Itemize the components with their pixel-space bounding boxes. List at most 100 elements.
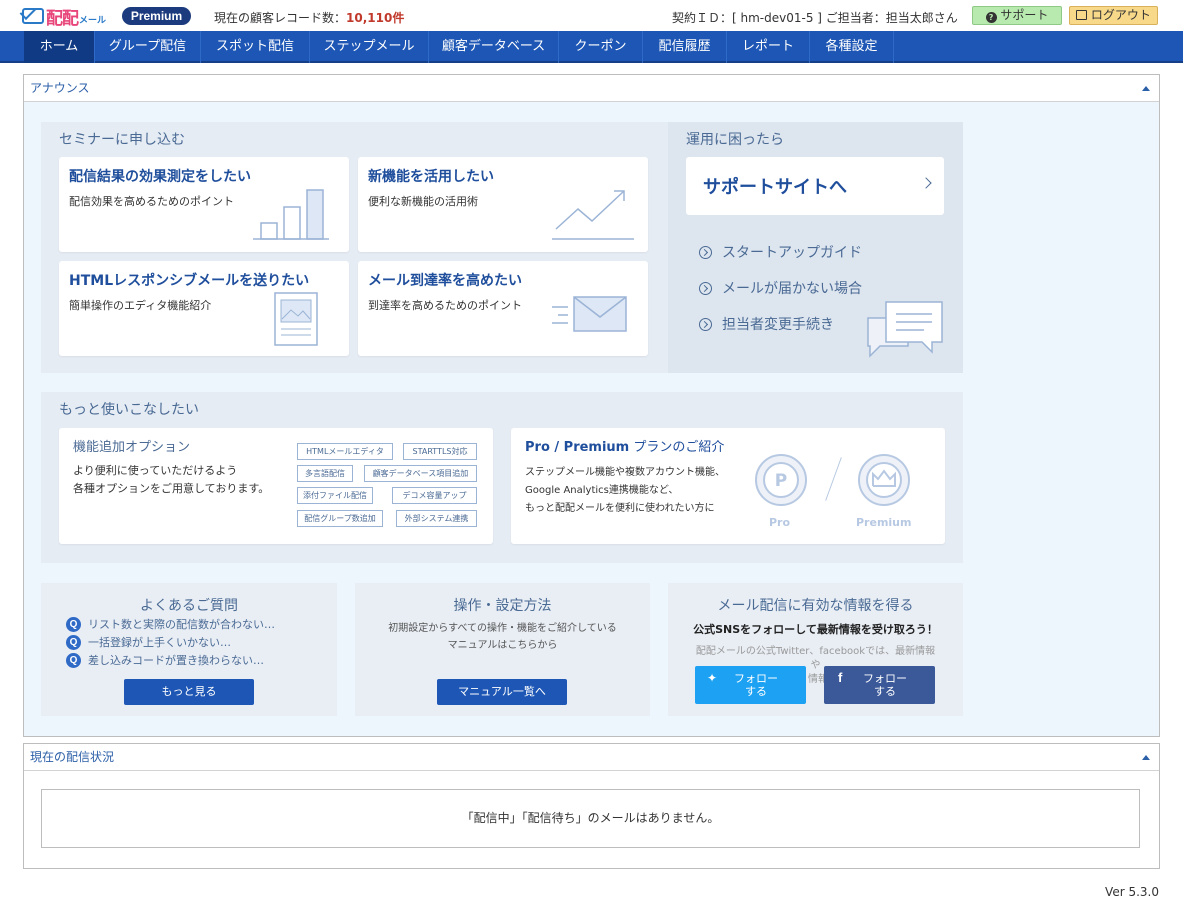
link-change-contact[interactable]: 担当者変更手続き [699, 314, 834, 334]
manual-desc-1: 初期設定からすべての操作・機能をご紹介している [388, 623, 617, 634]
announce-panel-header[interactable]: アナウンス [24, 75, 1159, 102]
seminar-card-title: 配信結果の効果測定をしたい [69, 169, 251, 185]
document-image-icon [274, 292, 318, 346]
link-label: スタートアップガイド [722, 245, 862, 261]
contract-info: 契約ＩＤ：[ hm-dev01-5 ] ご担当者：担当太郎さん [672, 11, 958, 25]
more-block: もっと使いこなしたい 機能追加オプション より便利に使っていただけるよう 各種オ… [41, 392, 963, 563]
seminar-card-delivery-rate[interactable]: メール到達率を高めたい 到達率を高めるためのポイント [358, 261, 648, 356]
circle-chevron-icon [699, 317, 712, 331]
seminar-card-desc: 簡単操作のエディタ機能紹介 [69, 299, 212, 312]
status-message: 「配信中」「配信待ち」のメールはありません。 [41, 789, 1140, 848]
support-button[interactable]: ? サポート [972, 6, 1062, 25]
top-bar: 配配 メール Premium 現在の顧客レコード数：10,110件 契約ＩＤ：[… [0, 0, 1183, 31]
circle-chevron-icon [699, 245, 712, 259]
link-startup-guide[interactable]: スタートアップガイド [699, 242, 862, 262]
version-label: Ver 5.3.0 [1105, 885, 1159, 899]
record-count-caption: 現在の顧客レコード数： [214, 11, 347, 25]
chat-bubbles-icon [867, 301, 943, 358]
plan-title: Pro / Premium プランのご紹介 [525, 436, 724, 455]
status-panel-title: 現在の配信状況 [30, 750, 115, 764]
seminar-card-measure[interactable]: 配信結果の効果測定をしたい 配信効果を高めるためのポイント [59, 157, 349, 252]
option-tag: HTMLメールエディタ [297, 443, 393, 460]
twitter-follow-button[interactable]: ✦ フォローする [695, 666, 806, 704]
nav-tab-home[interactable]: ホーム [24, 31, 95, 63]
options-card[interactable]: 機能追加オプション より便利に使っていただけるよう 各種オプションをご用意してお… [59, 428, 493, 544]
nav-tab-spot-delivery[interactable]: スポット配信 [201, 31, 310, 63]
facebook-icon: f [838, 670, 843, 685]
question-circle-icon: ? [985, 12, 997, 23]
nav-tab-coupon[interactable]: クーポン [559, 31, 643, 63]
facebook-follow-label: フォローする [863, 672, 907, 698]
circle-chevron-icon [699, 281, 712, 295]
nav-tab-history[interactable]: 配信履歴 [643, 31, 727, 63]
option-tag: STARTTLS対応 [403, 443, 477, 460]
option-tag: 配信グループ数追加 [297, 510, 383, 527]
nav-tab-settings[interactable]: 各種設定 [810, 31, 894, 63]
logout-button-label: ログアウト [1090, 8, 1151, 22]
nav-tab-step-mail[interactable]: ステップメール [310, 31, 429, 63]
seminar-card-html-mail[interactable]: HTMLレスポンシブメールを送りたい 簡単操作のエディタ機能紹介 [59, 261, 349, 356]
support-button-label: サポート [1000, 8, 1049, 22]
seminar-card-title: メール到達率を高めたい [368, 273, 522, 289]
status-panel-header[interactable]: 現在の配信状況 [24, 744, 1159, 771]
faq-more-button[interactable]: もっと見る [124, 679, 254, 705]
manual-box: 操作・設定方法 初期設定からすべての操作・機能をご紹介している マニュアルはこち… [355, 583, 650, 716]
seminar-card-desc: 配信効果を高めるためのポイント [69, 195, 234, 208]
plan-divider [825, 457, 842, 501]
link-mail-not-delivered[interactable]: メールが届かない場合 [699, 278, 862, 298]
plan-title-bold: Pro / Premium [525, 440, 630, 455]
logo-text: 配配 [46, 8, 79, 29]
nav-tab-customer-db[interactable]: 顧客データベース [429, 31, 559, 63]
pro-medal-letter: P [775, 471, 787, 491]
logout-button[interactable]: ログアウト [1069, 6, 1158, 25]
nav-tab-report[interactable]: レポート [727, 31, 810, 63]
sns-headline: 公式SNSをフォローして最新情報を受け取ろう！ [693, 623, 938, 636]
plan-title-rest: プランのご紹介 [629, 440, 725, 455]
options-title: 機能追加オプション [73, 440, 191, 455]
plan-desc-1: ステップメール機能や複数アカウント機能、 [525, 467, 725, 478]
faq-item[interactable]: Q 一括登録が上手くいかない… [66, 634, 231, 650]
sns-desc-1: 配配メールの公式Twitter、facebookでは、最新情報 [695, 646, 936, 657]
link-label: メールが届かない場合 [722, 281, 862, 297]
plan-card[interactable]: Pro / Premium プランのご紹介 ステップメール機能や複数アカウント機… [511, 428, 945, 544]
support-site-button[interactable]: サポートサイトへ [686, 157, 944, 215]
status-panel: 現在の配信状況 「配信中」「配信待ち」のメールはありません。 [23, 743, 1160, 869]
option-tag: 添付ファイル配信 [297, 487, 373, 504]
faq-item-label: 一括登録が上手くいかない… [88, 636, 231, 649]
seminar-card-title: HTMLレスポンシブメールを送りたい [69, 273, 310, 289]
faq-item[interactable]: Q 差し込みコードが置き換わらない… [66, 652, 264, 668]
seminar-block: セミナーに申し込む 配信結果の効果測定をしたい 配信効果を高めるためのポイント … [41, 122, 668, 373]
collapse-up-icon[interactable] [1142, 755, 1150, 760]
options-desc-1: より便利に使っていただけるよう [73, 464, 238, 477]
nav-tab-group-delivery[interactable]: グループ配信 [95, 31, 201, 63]
seminar-card-new-features[interactable]: 新機能を活用したい 便利な新機能の活用術 [358, 157, 648, 252]
facebook-follow-button[interactable]: f フォローする [824, 666, 935, 704]
manual-list-button[interactable]: マニュアル一覧へ [437, 679, 567, 705]
seminar-card-desc: 便利な新機能の活用術 [368, 195, 478, 208]
chevron-right-icon [920, 177, 932, 189]
twitter-icon: ✦ [707, 671, 718, 685]
plan-badge: Premium [122, 7, 191, 25]
faq-item-label: 差し込みコードが置き換わらない… [88, 654, 264, 667]
status-panel-body: 「配信中」「配信待ち」のメールはありません。 [24, 771, 1159, 868]
trend-up-icon [552, 190, 634, 240]
bar-chart-icon [253, 189, 329, 240]
support-site-label: サポートサイトへ [703, 177, 847, 198]
envelope-icon [552, 296, 627, 332]
record-count-value: 10,110件 [346, 11, 405, 25]
collapse-up-icon[interactable] [1142, 86, 1150, 91]
more-title: もっと使いこなしたい [59, 402, 199, 418]
plan-desc-3: もっと配配メールを便利に使われたい方に [525, 503, 715, 514]
logo[interactable]: 配配 メール [22, 6, 107, 29]
logo-sub-text: メール [79, 15, 107, 26]
announce-body: セミナーに申し込む 配信結果の効果測定をしたい 配信効果を高めるためのポイント … [24, 102, 1159, 736]
faq-item[interactable]: Q リスト数と実際の配信数が合わない… [66, 616, 275, 632]
seminar-card-title: 新機能を活用したい [368, 169, 494, 185]
faq-box: よくあるご質問 Q リスト数と実際の配信数が合わない… Q 一括登録が上手くいか… [41, 583, 337, 716]
options-desc-2: 各種オプションをご用意しております。 [73, 482, 270, 495]
option-tag: 外部システム連携 [396, 510, 477, 527]
option-tag: デコメ容量アップ [392, 487, 477, 504]
seminar-title: セミナーに申し込む [59, 132, 185, 148]
faq-item-label: リスト数と実際の配信数が合わない… [88, 618, 275, 631]
question-badge-icon: Q [66, 616, 81, 632]
